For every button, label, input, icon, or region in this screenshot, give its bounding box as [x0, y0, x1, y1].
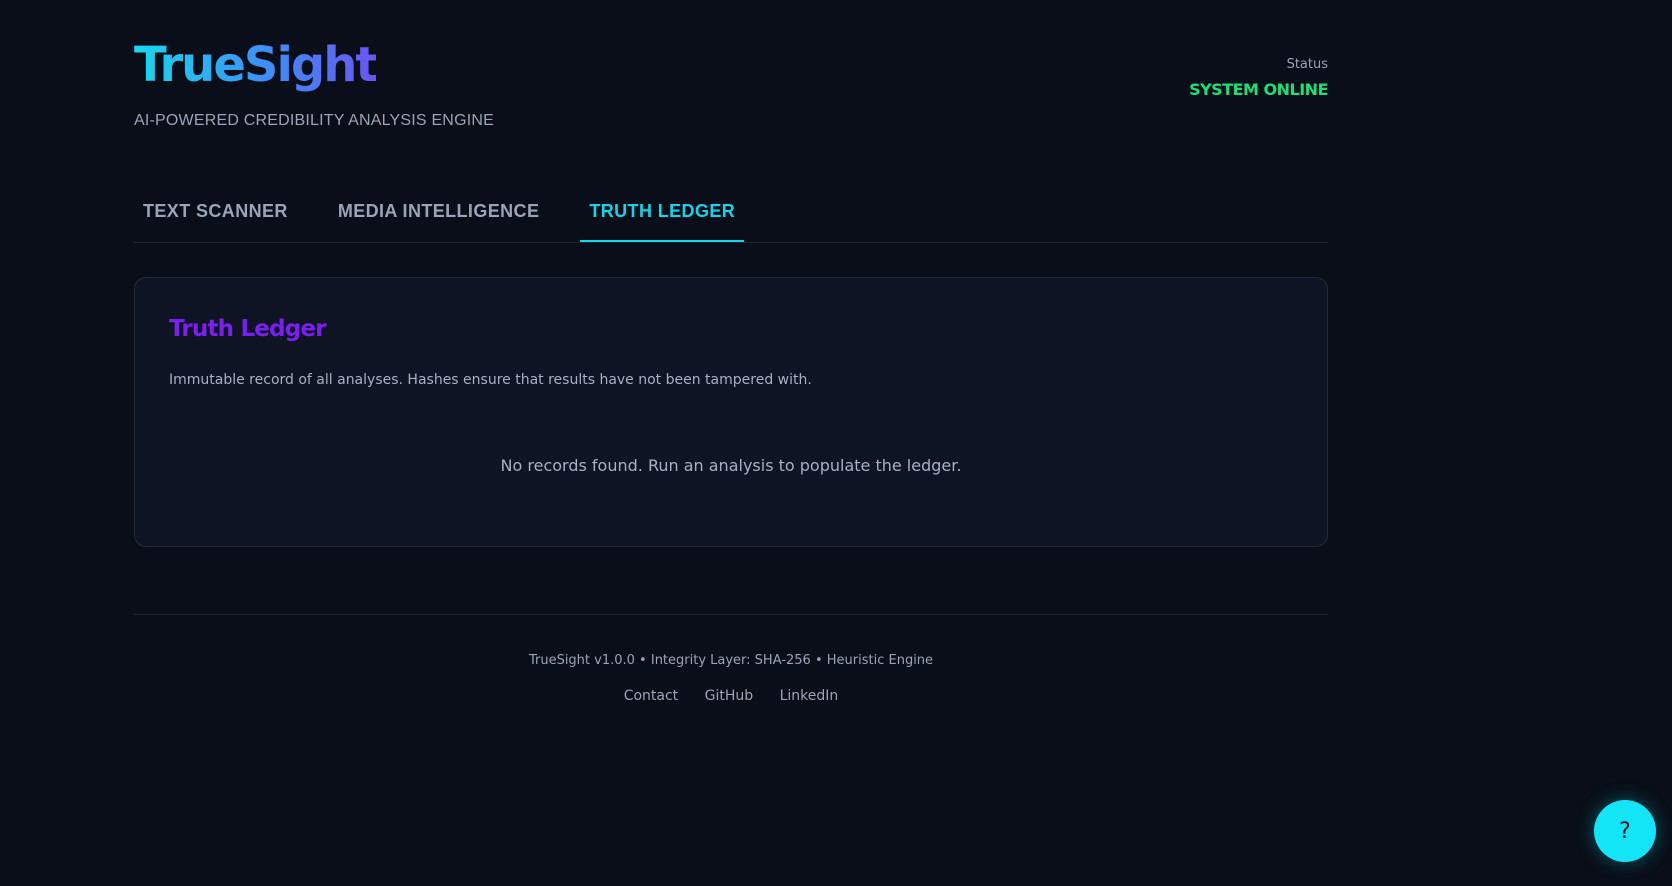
footer: TrueSight v1.0.0 • Integrity Layer: SHA-… — [134, 614, 1328, 704]
tab-bar: TEXT SCANNER MEDIA INTELLIGENCE TRUTH LE… — [134, 180, 1328, 243]
footer-link-contact[interactable]: Contact — [624, 688, 678, 704]
tagline: AI-POWERED CREDIBILITY ANALYSIS ENGINE — [134, 112, 494, 129]
footer-link-github[interactable]: GitHub — [705, 688, 754, 704]
question-mark-icon: ? — [1619, 818, 1631, 844]
card-description: Immutable record of all analyses. Hashes… — [169, 372, 812, 388]
tab-media-intelligence[interactable]: MEDIA INTELLIGENCE — [329, 180, 549, 242]
card-title: Truth Ledger — [169, 316, 327, 342]
tab-truth-ledger[interactable]: TRUTH LEDGER — [580, 180, 745, 242]
status-label: Status — [1286, 57, 1328, 72]
main-container: TrueSight AI-POWERED CREDIBILITY ANALYSI… — [134, 0, 1328, 704]
brand-logo: TrueSight — [134, 37, 378, 93]
footer-link-linkedin[interactable]: LinkedIn — [780, 688, 839, 704]
empty-state-message: No records found. Run an analysis to pop… — [500, 456, 962, 475]
status-indicator: Status SYSTEM ONLINE — [1189, 56, 1328, 99]
tab-text-scanner[interactable]: TEXT SCANNER — [134, 180, 297, 242]
footer-links: Contact GitHub LinkedIn — [134, 688, 1328, 704]
page: TrueSight AI-POWERED CREDIBILITY ANALYSI… — [0, 0, 1672, 886]
footer-meta: TrueSight v1.0.0 • Integrity Layer: SHA-… — [528, 653, 934, 668]
truth-ledger-card: Truth Ledger Immutable record of all ana… — [134, 277, 1328, 547]
header: TrueSight AI-POWERED CREDIBILITY ANALYSI… — [134, 0, 1328, 150]
help-button[interactable]: ? — [1594, 800, 1656, 862]
status-value: SYSTEM ONLINE — [1189, 80, 1328, 99]
